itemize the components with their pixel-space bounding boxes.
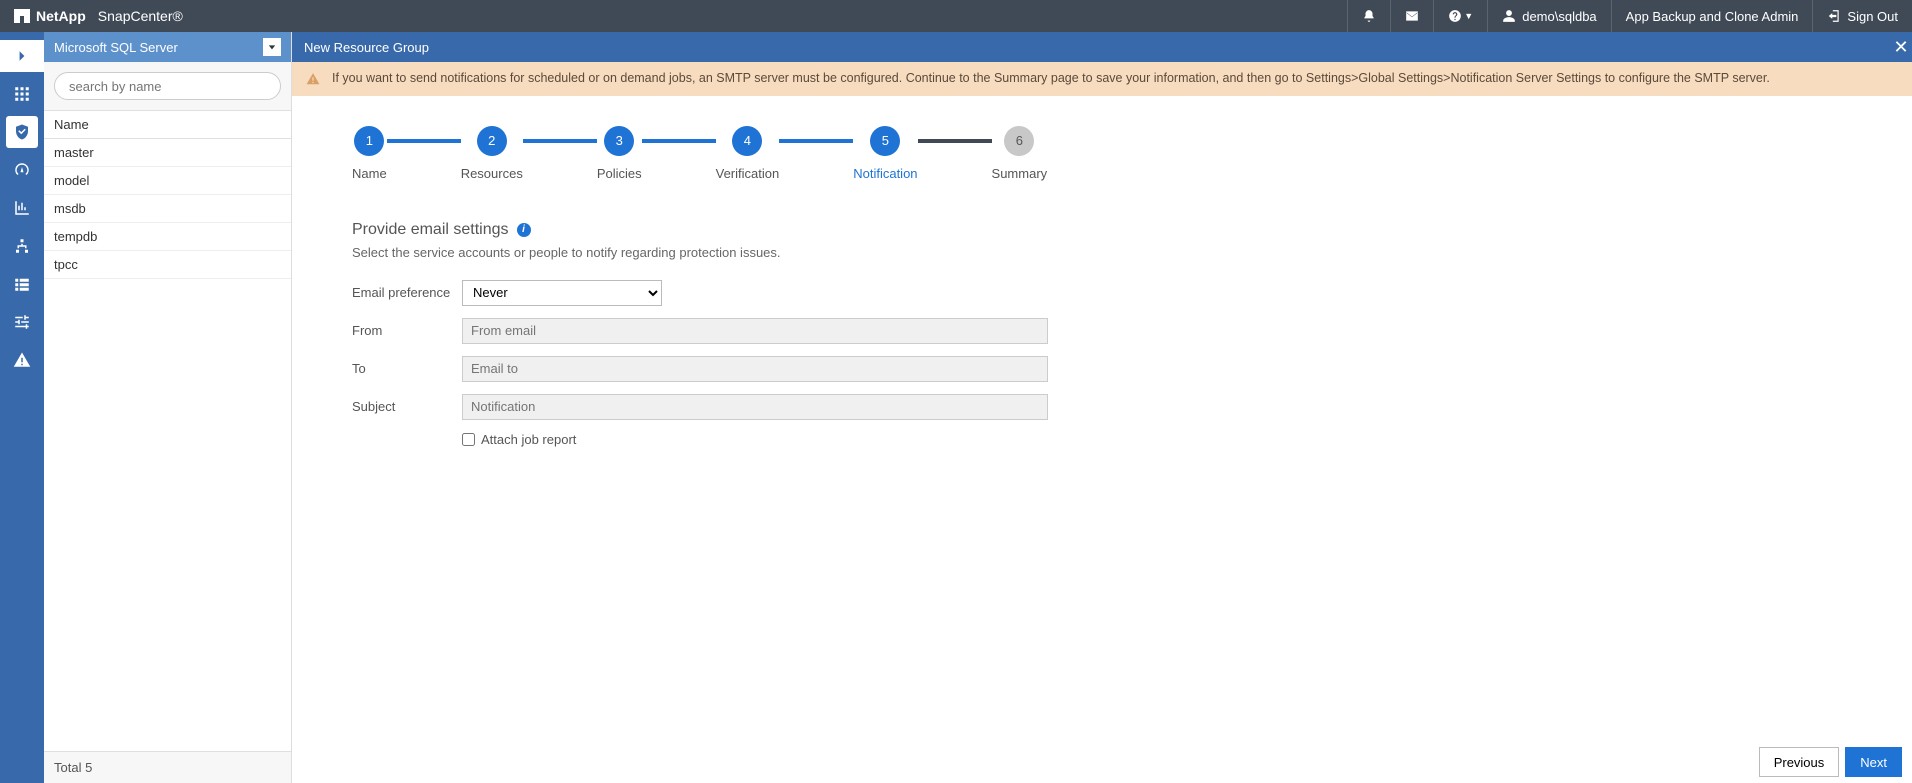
step-policies[interactable]: 3Policies [597, 126, 642, 181]
nav-dashboard[interactable] [6, 78, 38, 110]
wizard-steps: 1Name 2Resources 3Policies 4Verification… [352, 126, 1852, 181]
chevron-right-icon [16, 50, 28, 62]
from-input[interactable] [462, 318, 1048, 344]
close-icon: ✕ [1893, 37, 1908, 58]
signout-label: Sign Out [1847, 9, 1898, 24]
nav-reports[interactable] [6, 192, 38, 224]
next-button[interactable]: Next [1845, 747, 1902, 777]
email-pref-select[interactable]: Never [462, 280, 662, 306]
left-nav [0, 32, 44, 783]
gauge-icon [13, 161, 31, 179]
warning-icon [13, 351, 31, 369]
attach-report-input[interactable] [462, 433, 475, 446]
list-item[interactable]: msdb [44, 195, 291, 223]
column-header-name[interactable]: Name [44, 110, 291, 139]
smtp-warning-banner: If you want to send notifications for sc… [292, 62, 1912, 96]
to-label: To [352, 361, 462, 376]
mail-icon [1405, 9, 1419, 23]
step-summary[interactable]: 6Summary [992, 126, 1048, 181]
netapp-logo-icon [14, 9, 30, 23]
nav-resources[interactable] [6, 116, 38, 148]
plugin-header: Microsoft SQL Server [44, 32, 291, 62]
subject-input[interactable] [462, 394, 1048, 420]
brand-text: NetApp [36, 8, 86, 24]
help-icon [1448, 9, 1462, 23]
user-label: demo\sqldba [1522, 9, 1596, 24]
list-item[interactable]: tempdb [44, 223, 291, 251]
attach-report-checkbox[interactable]: Attach job report [462, 432, 576, 447]
email-pref-label: Email preference [352, 285, 462, 300]
section-title: Provide email settings i [352, 221, 1852, 239]
banner-text: If you want to send notifications for sc… [332, 71, 1770, 85]
signout-icon [1827, 9, 1841, 23]
sliders-icon [13, 313, 31, 331]
nav-settings[interactable] [6, 306, 38, 338]
shield-check-icon [13, 123, 31, 141]
messages-button[interactable] [1390, 0, 1433, 32]
role-label[interactable]: App Backup and Clone Admin [1611, 0, 1813, 32]
subject-label: Subject [352, 399, 462, 414]
step-name[interactable]: 1Name [352, 126, 387, 181]
list-item[interactable]: tpcc [44, 251, 291, 279]
product-name: SnapCenter® [98, 8, 183, 24]
main-panel: New Resource Group ✕ If you want to send… [292, 32, 1912, 783]
list-item[interactable]: model [44, 167, 291, 195]
topbar: NetApp SnapCenter® ▼ demo\sqldba App Bac… [0, 0, 1912, 32]
wizard-footer: Previous Next [292, 741, 1912, 783]
chart-icon [13, 199, 31, 217]
step-notification[interactable]: 5Notification [853, 126, 917, 181]
nav-alerts[interactable] [6, 344, 38, 376]
plugin-name: Microsoft SQL Server [54, 40, 178, 55]
resource-list: master model msdb tempdb tpcc [44, 139, 291, 751]
nav-hosts[interactable] [6, 230, 38, 262]
previous-button[interactable]: Previous [1759, 747, 1840, 777]
plugin-dropdown[interactable] [263, 38, 281, 56]
step-resources[interactable]: 2Resources [461, 126, 523, 181]
hierarchy-icon [13, 237, 31, 255]
wizard-title: New Resource Group [304, 40, 429, 55]
brand: NetApp SnapCenter® [14, 8, 183, 24]
notifications-button[interactable] [1347, 0, 1390, 32]
grid-icon [13, 85, 31, 103]
search-input[interactable] [54, 72, 281, 100]
total-count: Total 5 [44, 751, 291, 783]
nav-storage[interactable] [6, 268, 38, 300]
section-subtitle: Select the service accounts or people to… [352, 245, 1852, 260]
bell-icon [1362, 9, 1376, 23]
nav-monitor[interactable] [6, 154, 38, 186]
list-item[interactable]: master [44, 139, 291, 167]
nav-expand-toggle[interactable] [0, 40, 44, 72]
info-icon[interactable]: i [517, 223, 531, 237]
close-button[interactable]: ✕ [1890, 32, 1912, 62]
wizard-header: New Resource Group ✕ [292, 32, 1912, 62]
signout-button[interactable]: Sign Out [1812, 0, 1912, 32]
help-button[interactable]: ▼ [1433, 0, 1487, 32]
warning-triangle-icon [306, 72, 320, 92]
storage-icon [13, 275, 31, 293]
from-label: From [352, 323, 462, 338]
step-verification[interactable]: 4Verification [716, 126, 780, 181]
user-menu[interactable]: demo\sqldba [1487, 0, 1610, 32]
to-input[interactable] [462, 356, 1048, 382]
caret-down-icon [268, 43, 276, 51]
user-icon [1502, 9, 1516, 23]
resource-sidepanel: Microsoft SQL Server Name master model m… [44, 32, 292, 783]
